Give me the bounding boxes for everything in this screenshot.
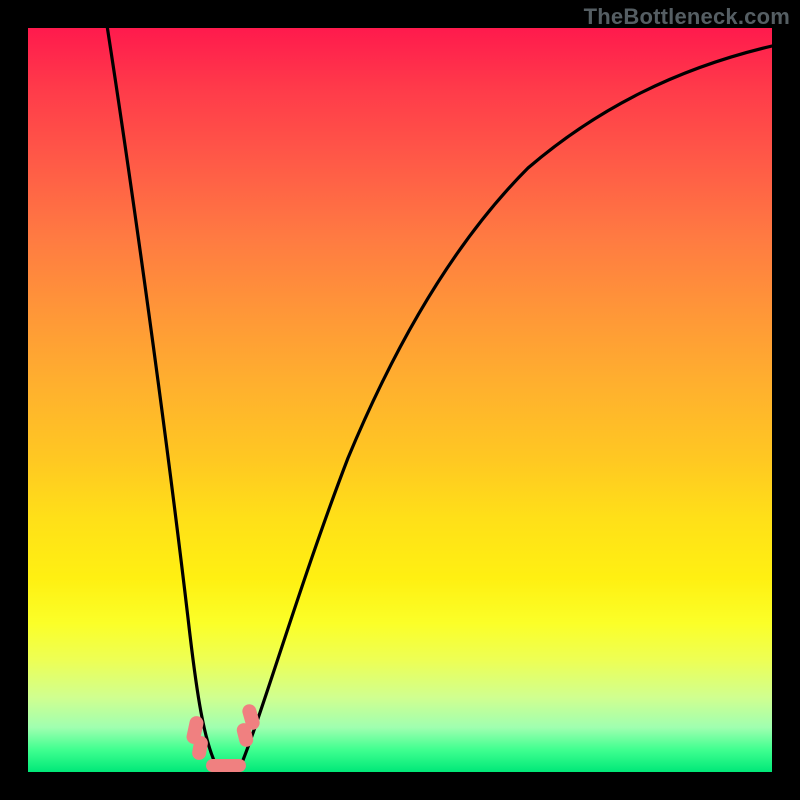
bottleneck-curve bbox=[28, 28, 772, 772]
chart-frame: TheBottleneck.com bbox=[0, 0, 800, 800]
marker-group bbox=[185, 703, 261, 772]
chart-plot-area bbox=[28, 28, 772, 772]
watermark-text: TheBottleneck.com bbox=[584, 4, 790, 30]
